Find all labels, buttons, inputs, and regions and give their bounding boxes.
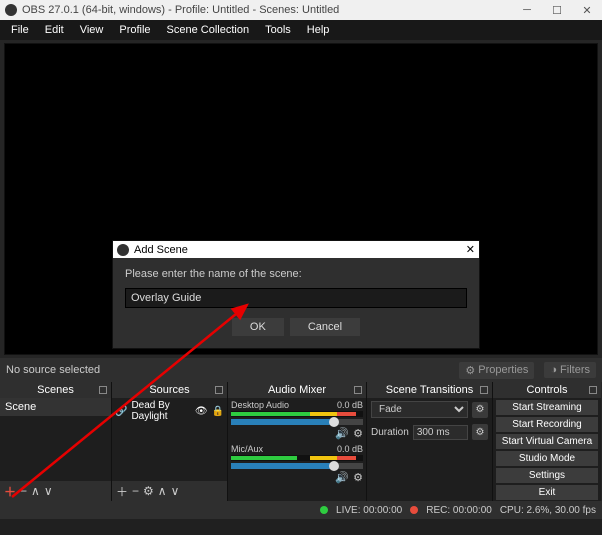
scene-up-button[interactable]: ∧ [31,484,40,498]
add-scene-button[interactable]: ＋ [4,483,16,500]
volume-slider[interactable] [231,419,363,425]
speaker-icon[interactable]: 🔊 [335,427,349,440]
network-status-icon [320,506,328,514]
open-properties-button[interactable]: ⚙ Properties [459,362,534,379]
source-label: Dead By Daylight [131,400,190,422]
dialog-close-icon[interactable]: ✕ [466,243,475,256]
start-recording-button[interactable]: Start Recording [496,417,598,432]
start-streaming-button[interactable]: Start Streaming [496,400,598,415]
dialog-prompt: Please enter the name of the scene: [125,268,467,280]
mixer-channel-mic: Mic/Aux 0.0 dB 🔊 ⚙ [228,442,366,486]
menu-file[interactable]: File [4,22,36,38]
cancel-button[interactable]: Cancel [290,318,360,336]
remove-scene-button[interactable]: − [20,484,27,498]
link-icon: 🔗 [115,406,127,417]
menu-edit[interactable]: Edit [38,22,71,38]
close-button[interactable]: ✕ [572,4,602,17]
source-item[interactable]: 🔗 Dead By Daylight 👁 🔒 [112,398,227,424]
transition-type-select[interactable]: Fade [371,401,468,418]
mixer-header: Audio Mixer [228,382,366,398]
visibility-icon[interactable]: 👁 [195,406,208,417]
obs-logo-icon [117,244,129,256]
scene-down-button[interactable]: ∨ [44,484,53,498]
maximize-button[interactable]: ☐ [542,4,572,17]
dialog-title: Add Scene [134,244,466,256]
transition-gear-icon[interactable]: ⚙ [472,402,488,418]
rec-status: REC: 00:00:00 [426,505,492,516]
audio-mixer-dock: Audio Mixer Desktop Audio 0.0 dB 🔊 ⚙ [228,382,367,501]
mixer-channel-desktop: Desktop Audio 0.0 dB 🔊 ⚙ [228,398,366,442]
channel-gear-icon[interactable]: ⚙ [353,427,363,440]
scenes-header: Scenes [0,382,111,398]
add-source-button[interactable]: ＋ [116,483,128,500]
start-virtual-camera-button[interactable]: Start Virtual Camera [496,434,598,449]
docks-row: Scenes Scene ＋ − ∧ ∨ Sources 🔗 Dead By D… [0,382,602,501]
source-up-button[interactable]: ∧ [158,484,167,498]
source-down-button[interactable]: ∨ [171,484,180,498]
source-properties-icon[interactable]: ⚙ [143,484,154,498]
menubar: File Edit View Profile Scene Collection … [0,20,602,40]
menu-view[interactable]: View [73,22,111,38]
volume-slider[interactable] [231,463,363,469]
volume-meter [231,455,363,461]
transitions-header: Scene Transitions [367,382,492,398]
duration-input[interactable] [413,425,468,440]
speaker-icon[interactable]: 🔊 [335,471,349,484]
sources-header: Sources [112,382,227,398]
volume-meter [231,411,363,417]
scenes-dock: Scenes Scene ＋ − ∧ ∨ [0,382,112,501]
selection-bar: No source selected ⚙ Properties ◑ Filter… [0,358,602,382]
menu-profile[interactable]: Profile [112,22,157,38]
channel-db: 0.0 dB [337,444,363,454]
obs-logo-icon [5,4,17,16]
exit-button[interactable]: Exit [496,485,598,500]
duration-label: Duration [371,427,409,438]
filter-icon: ◑ [550,364,557,376]
channel-name: Desktop Audio [231,400,289,410]
status-bar: LIVE: 00:00:00 REC: 00:00:00 CPU: 2.6%, … [0,501,602,519]
scene-item[interactable]: Scene [0,398,111,416]
channel-db: 0.0 dB [337,400,363,410]
lock-icon[interactable]: 🔒 [212,406,224,417]
controls-header: Controls [493,382,601,398]
menu-help[interactable]: Help [300,22,337,38]
scene-transitions-dock: Scene Transitions Fade ⚙ Duration ⚙ [367,382,493,501]
window-title: OBS 27.0.1 (64-bit, windows) - Profile: … [22,4,512,16]
cpu-status: CPU: 2.6%, 30.00 fps [500,505,596,516]
studio-mode-button[interactable]: Studio Mode [496,451,598,466]
scene-name-input[interactable] [125,288,467,308]
add-scene-dialog: Add Scene ✕ Please enter the name of the… [112,240,480,349]
selection-status: No source selected [6,364,100,376]
sources-dock: Sources 🔗 Dead By Daylight 👁 🔒 ＋ − ⚙ ∧ ∨ [112,382,228,501]
remove-source-button[interactable]: − [132,484,139,498]
settings-button[interactable]: Settings [496,468,598,483]
titlebar: OBS 27.0.1 (64-bit, windows) - Profile: … [0,0,602,20]
ok-button[interactable]: OK [232,318,284,336]
channel-gear-icon[interactable]: ⚙ [353,471,363,484]
channel-name: Mic/Aux [231,444,263,454]
controls-dock: Controls Start Streaming Start Recording… [493,382,601,501]
record-status-icon [410,506,418,514]
menu-scene-collection[interactable]: Scene Collection [160,22,257,38]
gear-icon: ⚙ [465,364,475,377]
duration-gear-icon[interactable]: ⚙ [472,424,488,440]
minimize-button[interactable]: ─ [512,4,542,16]
live-status: LIVE: 00:00:00 [336,505,402,516]
open-filters-button[interactable]: ◑ Filters [544,362,596,378]
dialog-titlebar: Add Scene ✕ [113,241,479,258]
preview-area: Add Scene ✕ Please enter the name of the… [0,40,602,358]
menu-tools[interactable]: Tools [258,22,298,38]
